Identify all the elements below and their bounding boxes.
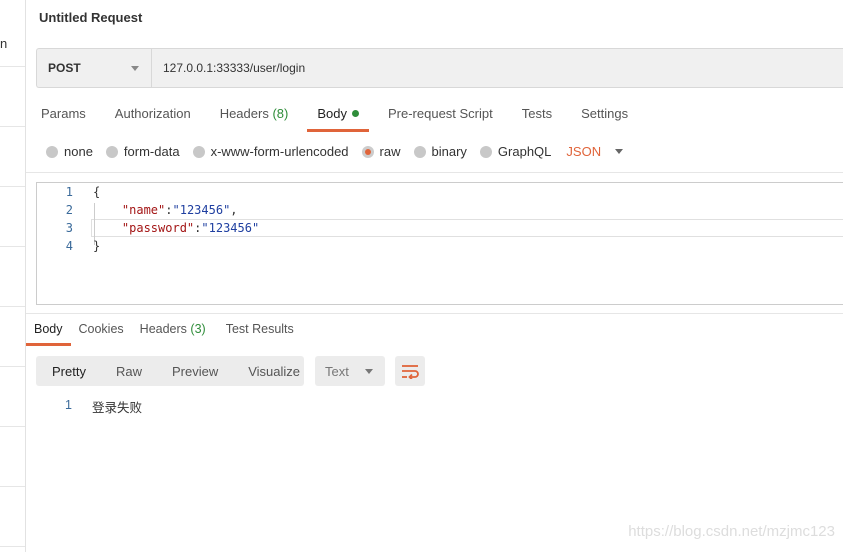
response-tabs: Body Cookies Headers (3) Test Results <box>26 322 310 346</box>
tab-settings[interactable]: Settings <box>581 106 628 129</box>
tab-test-results[interactable]: Test Results <box>226 322 294 336</box>
headers-count: (8) <box>272 106 289 121</box>
radio-form-data[interactable]: form-data <box>105 144 180 159</box>
divider <box>0 246 25 247</box>
view-visualize[interactable]: Visualize <box>248 364 300 379</box>
code-line: "password":"123456" <box>121 221 260 235</box>
radio-icon <box>413 145 426 158</box>
wrap-lines-button[interactable] <box>395 356 425 386</box>
divider <box>0 486 25 487</box>
tab-pre-request-script[interactable]: Pre-request Script <box>388 106 493 129</box>
url-input[interactable]: 127.0.0.1:33333/user/login <box>152 49 305 87</box>
divider <box>26 172 843 173</box>
chevron-down-icon <box>615 149 624 154</box>
request-title[interactable]: Untitled Request <box>39 10 142 25</box>
divider <box>0 366 25 367</box>
tab-body[interactable]: Body <box>307 106 369 132</box>
view-raw[interactable]: Raw <box>116 364 142 379</box>
radio-graphql[interactable]: GraphQL <box>479 144 551 159</box>
line-number: 2 <box>65 203 73 217</box>
view-mode-bar: Pretty Raw Preview Visualize <box>36 356 304 386</box>
code-line: "name":"123456", <box>121 203 238 217</box>
code-line: { <box>93 185 101 199</box>
radio-urlencoded[interactable]: x-www-form-urlencoded <box>192 144 349 159</box>
format-select[interactable]: JSON <box>566 144 624 159</box>
line-number: 3 <box>65 221 73 235</box>
response-text: 登录失败 <box>92 401 143 415</box>
tab-headers[interactable]: Headers (8) <box>220 106 289 129</box>
chevron-down-icon <box>131 66 139 71</box>
tab-params[interactable]: Params <box>41 106 86 129</box>
line-number: 1 <box>65 398 72 412</box>
headers-count: (3) <box>190 322 206 336</box>
tab-response-body[interactable]: Body <box>26 322 70 346</box>
divider <box>0 66 25 67</box>
divider <box>0 126 25 127</box>
request-tabs: Params Authorization Headers (8) Body Pr… <box>41 106 657 132</box>
divider <box>0 186 25 187</box>
tab-response-headers[interactable]: Headers (3) <box>140 322 206 336</box>
wrap-icon <box>402 365 419 379</box>
line-number: 1 <box>65 185 73 199</box>
radio-binary[interactable]: binary <box>413 144 467 159</box>
chevron-down-icon <box>364 368 373 374</box>
tab-tests[interactable]: Tests <box>522 106 552 129</box>
divider <box>0 306 25 307</box>
method-label: POST <box>48 61 81 75</box>
radio-none[interactable]: none <box>46 144 93 159</box>
radio-selected-icon <box>361 145 374 158</box>
radio-icon <box>192 145 205 158</box>
request-panel: Untitled Request POST 127.0.0.1:33333/us… <box>26 0 843 552</box>
radio-icon <box>479 145 492 158</box>
divider <box>0 426 25 427</box>
sidebar: n <box>0 0 26 552</box>
line-number: 4 <box>65 239 73 253</box>
tab-cookies[interactable]: Cookies <box>79 322 124 336</box>
radio-raw[interactable]: raw <box>361 144 401 159</box>
divider <box>26 313 843 314</box>
divider <box>0 546 25 547</box>
body-mode-radios: none form-data x-www-form-urlencoded raw… <box>46 144 624 159</box>
radio-icon <box>105 145 118 158</box>
code-line: } <box>93 239 101 253</box>
view-preview[interactable]: Preview <box>172 364 218 379</box>
method-select[interactable]: POST <box>37 49 152 87</box>
body-editor[interactable]: 1 2 3 4 { "name":"123456", "password":"1… <box>36 182 843 305</box>
response-type-select[interactable]: Text <box>315 356 385 386</box>
radio-icon <box>46 145 58 158</box>
sidebar-cut-text: n <box>0 36 8 51</box>
watermark: https://blog.csdn.net/mzjmc123 <box>628 523 835 540</box>
view-pretty[interactable]: Pretty <box>52 364 86 379</box>
tab-authorization[interactable]: Authorization <box>115 106 191 129</box>
url-bar: POST 127.0.0.1:33333/user/login <box>36 48 843 88</box>
status-dot-icon <box>351 110 359 117</box>
